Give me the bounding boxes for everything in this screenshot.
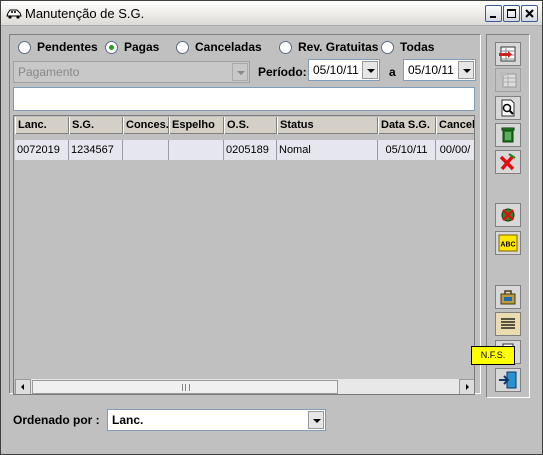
cell-os: 0205189 — [224, 140, 277, 160]
svg-text:ABC: ABC — [500, 242, 515, 249]
main-window: Manutenção de S.G. Pendentes Pagas Cance… — [0, 0, 543, 455]
radio-label: Pendentes — [37, 40, 98, 54]
cell-status: Nomal — [277, 140, 378, 160]
column-header-status[interactable]: Status — [277, 117, 378, 134]
bag-icon — [500, 290, 516, 305]
radio-circle — [381, 40, 394, 54]
results-table: Lanc. S.G. Conces. Espelho O.S. Status D… — [13, 115, 475, 395]
radio-todas[interactable]: Todas — [381, 39, 434, 55]
refresh-cancel-button[interactable] — [495, 203, 521, 227]
nfs-tooltip: N.F.S. — [471, 346, 515, 365]
cell-sg: 1234567 — [69, 140, 123, 160]
scroll-thumb[interactable] — [32, 380, 338, 394]
column-header-espelho[interactable]: Espelho — [169, 117, 224, 134]
column-header-data-sg[interactable]: Data S.G. — [378, 117, 436, 134]
radio-circle — [279, 40, 292, 54]
radio-label: Pagas — [124, 40, 160, 54]
period-label: Período: — [258, 65, 307, 79]
chevron-down-icon — [232, 63, 248, 81]
payment-type-select: Pagamento — [13, 61, 250, 83]
radio-rev-gratuitas[interactable]: Rev. Gratuitas — [279, 39, 378, 55]
scroll-left-button[interactable] — [15, 379, 31, 394]
car-app-icon — [6, 9, 22, 19]
cancel-x-icon — [499, 153, 516, 171]
refresh-cancel-icon — [501, 208, 515, 222]
period-to-date[interactable]: 05/10/11 — [403, 59, 476, 81]
search-input[interactable] — [13, 87, 475, 111]
chevron-down-icon[interactable] — [308, 411, 324, 429]
bag-button[interactable] — [495, 285, 521, 309]
spellcheck-button[interactable]: ABC — [495, 231, 521, 255]
minimize-icon — [490, 16, 496, 18]
radio-label: Canceladas — [195, 40, 262, 54]
minimize-button[interactable] — [485, 5, 502, 22]
cell-lanc: 0072019 — [15, 140, 69, 160]
window-title: Manutenção de S.G. — [25, 6, 145, 21]
period-from-value: 05/10/11 — [313, 63, 359, 77]
abc-spellcheck-icon: ABC — [498, 234, 518, 252]
column-header-cancel[interactable]: Cancel — [436, 117, 474, 134]
scroll-right-button[interactable] — [459, 379, 474, 394]
chevron-down-icon[interactable] — [458, 61, 474, 79]
trash-icon — [501, 127, 515, 143]
cell-cancel: 00/00/ — [436, 140, 474, 160]
radio-circle-checked — [105, 40, 118, 54]
table-row[interactable]: 0072019 1234567 0205189 Nomal 05/10/11 0… — [15, 140, 474, 160]
order-by-value: Lanc. — [112, 413, 144, 427]
radio-pendentes[interactable]: Pendentes — [18, 39, 98, 55]
period-from-date[interactable]: 05/10/11 — [308, 59, 380, 81]
order-by-label: Ordenado por : — [13, 413, 100, 427]
cell-conces — [123, 140, 169, 160]
maximize-button[interactable] — [503, 5, 520, 22]
column-header-conces[interactable]: Conces. — [123, 117, 169, 134]
insert-row-icon — [499, 46, 516, 62]
edit-row-button[interactable] — [495, 68, 521, 92]
table-header: Lanc. S.G. Conces. Espelho O.S. Status D… — [15, 117, 474, 134]
chevron-down-icon[interactable] — [362, 61, 378, 79]
edit-row-icon — [500, 72, 517, 88]
grip-icon — [182, 384, 190, 391]
radio-label: Rev. Gratuitas — [298, 40, 379, 54]
cell-espelho — [169, 140, 224, 160]
radio-canceladas[interactable]: Canceladas — [176, 39, 262, 55]
radio-pagas[interactable]: Pagas — [105, 39, 159, 55]
close-button[interactable] — [521, 5, 538, 22]
exit-button[interactable] — [495, 368, 521, 392]
period-to-value: 05/10/11 — [408, 63, 454, 77]
cancel-button[interactable] — [495, 150, 521, 174]
delete-button[interactable] — [495, 123, 521, 147]
title-bar: Manutenção de S.G. — [1, 1, 542, 26]
period-to-label: a — [389, 65, 396, 79]
print-preview-icon — [501, 99, 515, 117]
print-preview-button[interactable] — [495, 96, 521, 120]
order-by-select[interactable]: Lanc. — [107, 409, 326, 431]
list-button[interactable] — [495, 312, 521, 336]
column-header-sg[interactable]: S.G. — [69, 117, 123, 134]
radio-circle — [18, 40, 31, 54]
maximize-icon — [507, 9, 516, 18]
close-icon — [525, 9, 534, 18]
exit-door-icon — [499, 371, 517, 389]
column-header-os[interactable]: O.S. — [224, 117, 277, 134]
horizontal-scrollbar[interactable] — [15, 378, 474, 394]
list-icon — [501, 318, 515, 329]
column-header-lanc[interactable]: Lanc. — [15, 117, 69, 134]
cell-data-sg: 05/10/11 — [378, 140, 436, 160]
insert-row-button[interactable] — [495, 42, 521, 66]
radio-label: Todas — [400, 40, 435, 54]
radio-circle — [176, 40, 189, 54]
payment-type-value: Pagamento — [18, 65, 80, 79]
